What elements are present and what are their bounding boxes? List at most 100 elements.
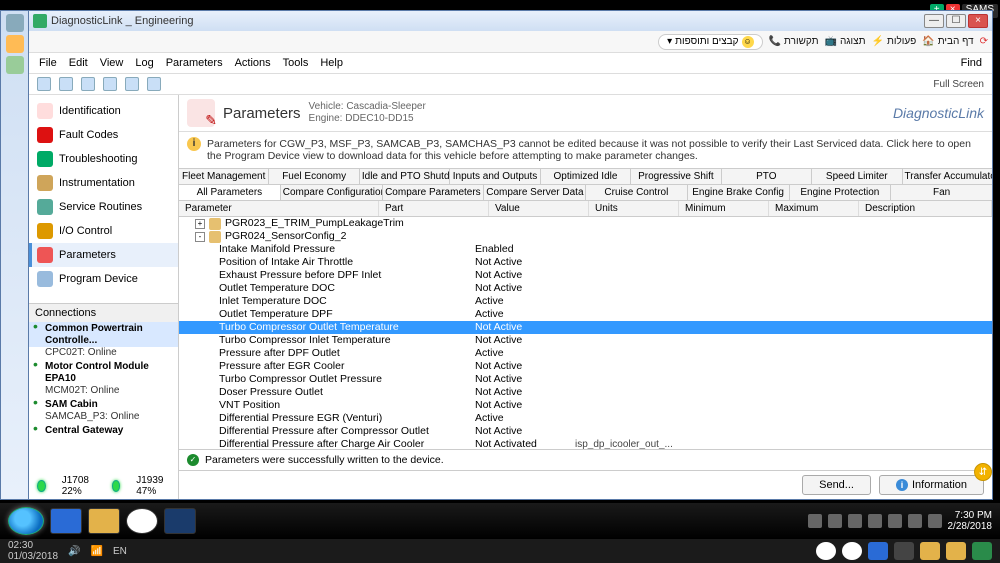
toolbar-icon[interactable]: [81, 77, 95, 91]
menu-view[interactable]: View: [100, 57, 124, 69]
sidebar-item-troubleshooting[interactable]: Troubleshooting: [29, 147, 178, 171]
taskbar-ie-icon[interactable]: [50, 508, 82, 534]
windows-taskbar[interactable]: 7:30 PM2/28/2018: [0, 503, 1000, 539]
close-button[interactable]: ×: [968, 14, 988, 28]
connection-item[interactable]: Central Gateway: [29, 424, 178, 437]
host-tray-folder[interactable]: [920, 542, 940, 560]
tab-compare-configuration[interactable]: Compare Configuration: [281, 185, 383, 200]
warning-banner[interactable]: Parameters for CGW_P3, MSF_P3, SAMCAB_P3…: [179, 132, 992, 168]
minimize-button[interactable]: —: [924, 14, 944, 28]
menu-parameters[interactable]: Parameters: [166, 57, 223, 69]
taskbar-teamviewer-icon[interactable]: [126, 508, 158, 534]
col-minimum[interactable]: Minimum: [679, 201, 769, 216]
sidebar-item-identification[interactable]: Identification: [29, 99, 178, 123]
tray-icon[interactable]: [868, 514, 882, 528]
host-tray-ie[interactable]: [868, 542, 888, 560]
host-tray-shield[interactable]: [894, 542, 914, 560]
menu-tools[interactable]: Tools: [283, 57, 309, 69]
connections-body[interactable]: Common Powertrain Controlle...CPC02T: On…: [29, 322, 178, 437]
tab-all-parameters[interactable]: All Parameters: [179, 185, 281, 200]
param-row[interactable]: Differential Pressure after Compressor O…: [179, 425, 992, 438]
col-part[interactable]: Part: [379, 201, 489, 216]
param-row[interactable]: Pressure after DPF OutletActive: [179, 347, 992, 360]
host-tray-teamviewer[interactable]: [842, 542, 862, 560]
param-row[interactable]: Position of Intake Air ThrottleNot Activ…: [179, 256, 992, 269]
information-button[interactable]: Information: [879, 475, 984, 495]
taskbar-explorer-icon[interactable]: [88, 508, 120, 534]
tab-compare-parameters[interactable]: Compare Parameters: [383, 185, 485, 200]
ext-refresh-icon[interactable]: ⟳: [980, 36, 988, 47]
param-row[interactable]: Outlet Temperature DOCNot Active: [179, 282, 992, 295]
tree-node[interactable]: -PGR024_SensorConfig_2: [179, 230, 992, 243]
ext-home[interactable]: דף הבית 🏠: [922, 36, 973, 47]
tray-icon[interactable]: [848, 514, 862, 528]
param-row[interactable]: Exhaust Pressure before DPF InletNot Act…: [179, 269, 992, 282]
maximize-button[interactable]: ☐: [946, 14, 966, 28]
sidebar-item-service-routines[interactable]: Service Routines: [29, 195, 178, 219]
col-parameter[interactable]: Parameter: [179, 201, 379, 216]
sidebar-item-fault-codes[interactable]: Fault Codes: [29, 123, 178, 147]
tab-speed-limiter[interactable]: Speed Limiter: [812, 169, 902, 184]
param-row[interactable]: Turbo Compressor Outlet PressureNot Acti…: [179, 373, 992, 386]
host-tray-folder2[interactable]: [946, 542, 966, 560]
connection-item[interactable]: SAM Cabin: [29, 398, 178, 411]
toolbar-icon[interactable]: [125, 77, 139, 91]
system-tray[interactable]: 7:30 PM2/28/2018: [808, 510, 993, 532]
ext-actions[interactable]: פעולות ⚡: [871, 36, 916, 47]
tray-icon[interactable]: [808, 514, 822, 528]
find-label[interactable]: Find: [961, 57, 982, 69]
titlebar[interactable]: DiagnosticLink _ Engineering — ☐ ×: [29, 11, 992, 31]
menu-edit[interactable]: Edit: [69, 57, 88, 69]
param-row[interactable]: Pressure after EGR CoolerNot Active: [179, 360, 992, 373]
toolbar-icon[interactable]: [103, 77, 117, 91]
sidebar-item-parameters[interactable]: Parameters: [29, 243, 178, 267]
start-button[interactable]: [8, 507, 44, 535]
toolbar-icon[interactable]: [147, 77, 161, 91]
tab-compare-server-data[interactable]: Compare Server Data: [484, 185, 586, 200]
tab-fuel-economy[interactable]: Fuel Economy: [269, 169, 359, 184]
tab-cruise-control[interactable]: Cruise Control: [586, 185, 688, 200]
tray-icon[interactable]: [888, 514, 902, 528]
tab-pto[interactable]: PTO: [722, 169, 812, 184]
tab-progressive-shift[interactable]: Progressive Shift: [631, 169, 721, 184]
tab-fan[interactable]: Fan: [891, 185, 992, 200]
host-taskbar[interactable]: 02:3001/03/2018 🔊 📶 EN: [0, 539, 1000, 563]
col-units[interactable]: Units: [589, 201, 679, 216]
param-row[interactable]: Turbo Compressor Inlet TemperatureNot Ac…: [179, 334, 992, 347]
col-value[interactable]: Value: [489, 201, 589, 216]
tab-optimized-idle[interactable]: Optimized Idle: [541, 169, 631, 184]
sidebar-item-instrumentation[interactable]: Instrumentation: [29, 171, 178, 195]
host-volume-icon[interactable]: 🔊: [68, 546, 80, 557]
tab-inputs-and-outputs[interactable]: Inputs and Outputs: [450, 169, 540, 184]
col-description[interactable]: Description: [859, 201, 992, 216]
fullscreen-link[interactable]: Full Screen: [933, 79, 984, 90]
tray-icon[interactable]: [828, 514, 842, 528]
send-button[interactable]: Send...: [802, 475, 871, 495]
param-row[interactable]: Differential Pressure EGR (Venturi)Activ…: [179, 412, 992, 425]
expand-icon[interactable]: +: [195, 219, 205, 229]
connection-item[interactable]: Motor Control Module EPA10: [29, 360, 178, 385]
param-row[interactable]: Turbo Compressor Outlet TemperatureNot A…: [179, 321, 992, 334]
ext-comm[interactable]: תקשורת 📞: [769, 36, 819, 47]
param-row[interactable]: Inlet Temperature DOCActive: [179, 295, 992, 308]
ext-tab[interactable]: ☺קבצים ותוספות ▾: [658, 34, 763, 50]
sidebar-item-i-o-control[interactable]: I/O Control: [29, 219, 178, 243]
connection-item[interactable]: Common Powertrain Controlle...: [29, 322, 178, 347]
menu-log[interactable]: Log: [135, 57, 153, 69]
sidebar-item-program-device[interactable]: Program Device: [29, 267, 178, 291]
tab-transfer-accumulators[interactable]: Transfer Accumulators: [903, 169, 992, 184]
tab-fleet-management[interactable]: Fleet Management: [179, 169, 269, 184]
expand-icon[interactable]: -: [195, 232, 205, 242]
menu-file[interactable]: File: [39, 57, 57, 69]
toolbar-icon[interactable]: [59, 77, 73, 91]
pending-changes-badge[interactable]: ⇵: [974, 463, 992, 481]
param-row[interactable]: VNT PositionNot Active: [179, 399, 992, 412]
menu-actions[interactable]: Actions: [235, 57, 271, 69]
param-row[interactable]: Intake Manifold PressureEnabled: [179, 243, 992, 256]
toolbar-icon[interactable]: [37, 77, 51, 91]
tray-network-icon[interactable]: [908, 514, 922, 528]
taskbar-diagnosticlink-icon[interactable]: [164, 508, 196, 534]
tree-node[interactable]: +PGR023_E_TRIM_PumpLeakageTrim: [179, 217, 992, 230]
col-maximum[interactable]: Maximum: [769, 201, 859, 216]
ext-view[interactable]: תצוגה 📺: [825, 36, 866, 47]
